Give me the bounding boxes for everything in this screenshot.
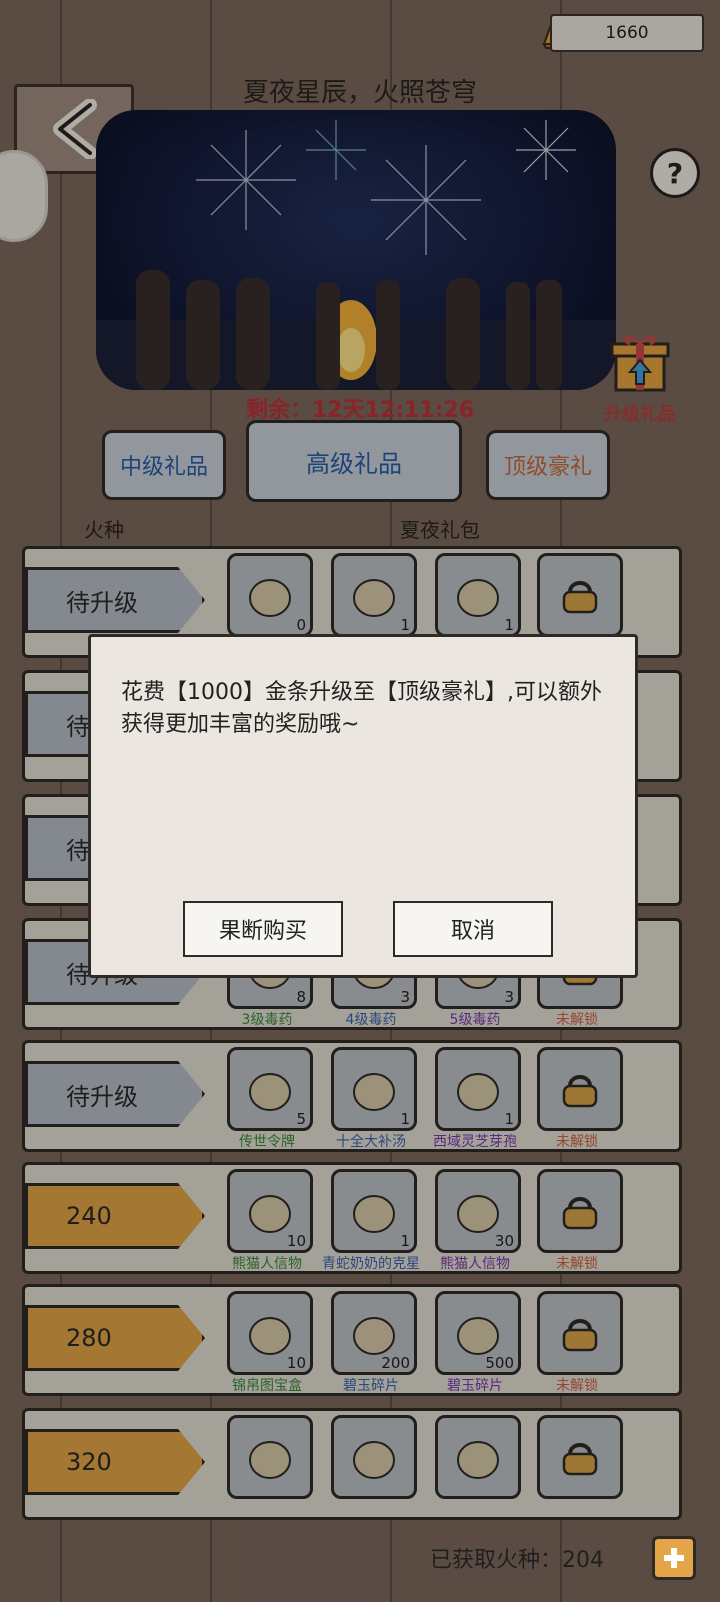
add-fire-button[interactable] <box>652 1536 696 1580</box>
confirm-label: 果断购买 <box>218 919 307 944</box>
plus-icon <box>664 1548 684 1568</box>
obtained-fire-count: 已获取火种：204 <box>430 1548 604 1573</box>
confirm-buy-button[interactable]: 果断购买 <box>183 901 343 957</box>
cancel-button[interactable]: 取消 <box>393 901 553 957</box>
dialog-message: 花费【1000】金条升级至【顶级豪礼】,可以额外获得更加丰富的奖励哦~ <box>121 680 602 737</box>
cancel-label: 取消 <box>450 919 495 944</box>
upgrade-confirm-dialog: 花费【1000】金条升级至【顶级豪礼】,可以额外获得更加丰富的奖励哦~ 果断购买… <box>88 634 638 978</box>
